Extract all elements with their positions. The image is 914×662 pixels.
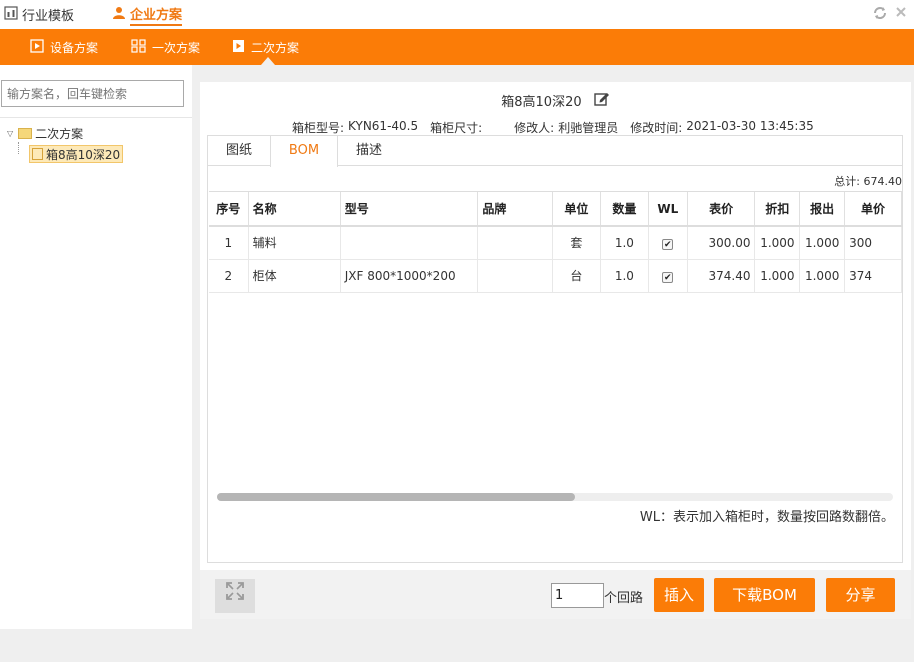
col-header-quote[interactable]: 报出 [799, 192, 846, 227]
tab-bom[interactable]: BOM [270, 136, 338, 167]
cell-unit: 套 [552, 226, 601, 260]
cell-unit: 台 [552, 259, 601, 293]
play-square-icon [30, 38, 44, 56]
scheme-tree-panel: ▽ 二次方案 箱8高10深20 [0, 65, 192, 629]
col-header-brand[interactable]: 品牌 [477, 192, 553, 227]
cell-name: 柜体 [248, 259, 341, 293]
col-header-unit-price[interactable]: 单价 [844, 192, 902, 227]
tree-node-root[interactable]: ▽ 二次方案 [7, 124, 83, 142]
scheme-content-box: 图纸 BOM 描述 总计: 674.40 序号 名称 型号 品牌 单位 数量 W… [207, 135, 903, 563]
user-icon [112, 6, 126, 24]
grid-icon [131, 38, 146, 56]
wl-note: WL：表示加入箱柜时，数量按回路数翻倍。 [639, 510, 894, 525]
horizontal-scrollbar[interactable] [217, 493, 893, 501]
scheme-nav-bar: 设备方案 一次方案 二次方案 [0, 29, 914, 65]
cell-discount: 1.000 [754, 226, 801, 260]
col-header-discount[interactable]: 折扣 [754, 192, 801, 227]
cell-unit-price: 374 [844, 259, 902, 293]
loop-count-input[interactable] [551, 583, 604, 608]
bom-table-container: 序号 名称 型号 品牌 单位 数量 WL 表价 折扣 报出 单价 1 辅料 套 … [209, 191, 902, 504]
bom-total: 总计: 674.40 [834, 175, 902, 188]
action-bar: 个回路 插入 下载BOM 分享 [200, 570, 911, 619]
cell-wl: ✔ [648, 259, 688, 293]
cell-list-price: 374.40 [687, 259, 756, 293]
bom-table: 序号 名称 型号 品牌 单位 数量 WL 表价 折扣 报出 单价 1 辅料 套 … [209, 192, 902, 293]
expand-triangle-icon[interactable]: ▽ [7, 129, 13, 138]
wl-checkbox[interactable]: ✔ [662, 271, 674, 283]
col-header-qty[interactable]: 数量 [600, 192, 649, 227]
share-button[interactable]: 分享 [826, 578, 895, 612]
folder-icon [18, 127, 33, 139]
insert-button[interactable]: 插入 [654, 578, 704, 612]
cabinet-model-label: 箱柜型号: [292, 121, 345, 135]
cabinet-model-value: KYN61-40.5 [348, 119, 419, 133]
modified-time-label: 修改时间: [630, 121, 683, 135]
table-row[interactable]: 1 辅料 套 1.0 ✔ 300.00 1.000 1.000 300 [209, 226, 902, 260]
loop-count-label: 个回路 [604, 591, 644, 606]
modifier-label: 修改人: [514, 121, 555, 135]
tree-divider [0, 117, 192, 118]
active-nav-caret [261, 57, 275, 65]
nav-primary-scheme-label: 一次方案 [152, 40, 201, 55]
cell-model [340, 226, 479, 260]
table-row[interactable]: 2 柜体 JXF 800*1000*200 台 1.0 ✔ 374.40 1.0… [209, 259, 902, 293]
cell-model: JXF 800*1000*200 [340, 259, 479, 293]
expand-icon [226, 582, 244, 600]
tree-node-selected[interactable]: 箱8高10深20 [29, 145, 124, 163]
refresh-icon[interactable] [872, 5, 888, 21]
scheme-file-icon [32, 148, 43, 160]
col-header-name[interactable]: 名称 [248, 192, 341, 227]
cell-wl: ✔ [648, 226, 688, 260]
col-header-model[interactable]: 型号 [340, 192, 479, 227]
play-file-icon [232, 39, 245, 56]
col-header-no[interactable]: 序号 [209, 192, 249, 227]
cell-quote: 1.000 [799, 259, 846, 293]
tab-drawing[interactable]: 图纸 [208, 136, 270, 166]
tab-industry-template[interactable]: 行业模板 [4, 0, 74, 29]
close-icon[interactable] [894, 5, 910, 21]
cell-no: 2 [209, 259, 249, 293]
tree-connector [18, 142, 19, 154]
scheme-detail-panel: 箱8高10深20 箱柜型号: KYN61-40.5 箱柜尺寸: 修改人: 利驰管… [200, 82, 911, 619]
nav-primary-scheme[interactable]: 一次方案 [131, 29, 200, 65]
col-header-wl[interactable]: WL [648, 192, 688, 227]
scheme-title-row: 箱8高10深20 [200, 91, 911, 110]
nav-device-scheme-label: 设备方案 [50, 40, 99, 55]
fullscreen-button[interactable] [215, 579, 255, 613]
nav-secondary-scheme-label: 二次方案 [251, 40, 300, 55]
cell-list-price: 300.00 [687, 226, 756, 260]
cell-qty: 1.0 [600, 259, 649, 293]
modifier-value: 利驰管理员 [558, 121, 619, 135]
tab-industry-template-label: 行业模板 [22, 9, 75, 24]
col-header-list-price[interactable]: 表价 [687, 192, 756, 227]
scrollbar-thumb[interactable] [217, 493, 576, 501]
top-bar: 行业模板 企业方案 [0, 0, 914, 29]
cell-brand [477, 226, 553, 260]
download-bom-button[interactable]: 下载BOM [714, 578, 815, 612]
cell-brand [477, 259, 553, 293]
scheme-search-input[interactable] [1, 80, 184, 107]
tree-node-selected-label: 箱8高10深20 [46, 147, 121, 162]
cabinet-size-label: 箱柜尺寸: [430, 121, 483, 135]
cell-unit-price: 300 [844, 226, 902, 260]
edit-icon[interactable] [594, 91, 610, 110]
cell-quote: 1.000 [799, 226, 846, 260]
scheme-title: 箱8高10深20 [501, 95, 582, 110]
nav-device-scheme[interactable]: 设备方案 [30, 29, 98, 65]
cell-qty: 1.0 [600, 226, 649, 260]
bom-header-row: 序号 名称 型号 品牌 单位 数量 WL 表价 折扣 报出 单价 [209, 192, 902, 227]
cell-discount: 1.000 [754, 259, 801, 293]
building-icon [4, 5, 18, 24]
tab-enterprise-scheme[interactable]: 企业方案 [112, 0, 183, 29]
wl-checkbox[interactable]: ✔ [662, 238, 674, 250]
scheme-meta: 箱柜型号: KYN61-40.5 箱柜尺寸: 修改人: 利驰管理员 修改时间: … [292, 119, 818, 136]
cell-no: 1 [209, 226, 249, 260]
col-header-unit[interactable]: 单位 [552, 192, 601, 227]
tab-description[interactable]: 描述 [338, 136, 400, 166]
tree-node-root-label: 二次方案 [35, 126, 84, 141]
tab-enterprise-scheme-label: 企业方案 [130, 4, 183, 26]
modified-time-value: 2021-03-30 13:45:35 [686, 119, 814, 133]
content-tabs: 图纸 BOM 描述 [208, 136, 902, 167]
cell-name: 辅料 [248, 226, 341, 260]
